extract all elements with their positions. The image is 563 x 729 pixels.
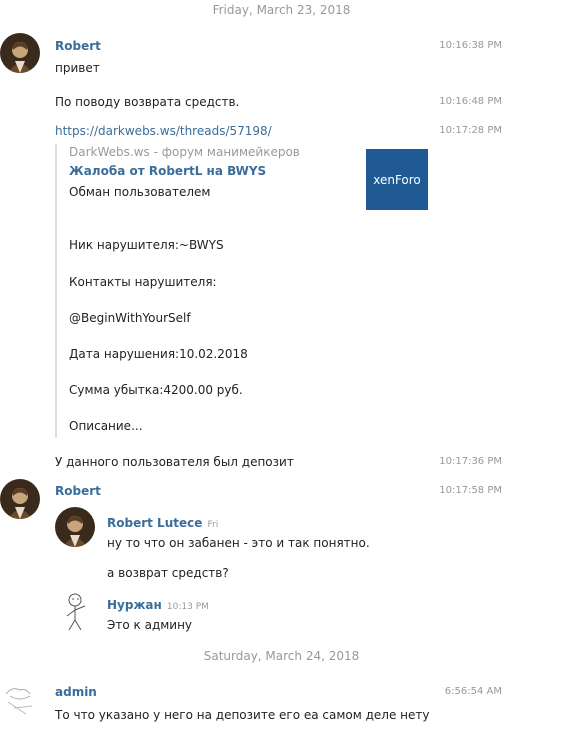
forwarded-text: Это к админу [107,618,193,632]
message-time: 10:17:28 PM [439,125,502,136]
preview-line: Описание... [69,419,143,433]
forwarded-text: ну то что он забанен - это и так понятно… [107,536,370,550]
forwarded-avatar[interactable] [61,590,91,632]
message-text: привет [55,61,100,75]
forwarded-text: а возврат средств? [107,566,229,580]
preview-line: Сумма убытка:4200.00 руб. [69,383,243,397]
xenforo-logo-text: xenForo [373,172,421,187]
message-author[interactable]: admin [55,685,97,699]
message-time: 6:56:54 AM [444,686,502,697]
date-separator: Friday, March 23, 2018 [212,3,351,17]
preview-thumbnail[interactable]: xenForo [366,149,428,210]
message-time: 10:16:38 PM [439,40,502,51]
avatar-portrait-icon [0,33,40,73]
forwarded-day: Fri [207,520,219,530]
preview-line: Обман пользователем [69,185,211,199]
preview-site-name: DarkWebs.ws - форум манимейкеров [69,145,300,159]
preview-line: Контакты нарушителя: [69,275,217,289]
preview-line: Дата нарушения:10.02.2018 [69,347,248,361]
preview-bar [55,144,57,438]
forwarded-avatar[interactable] [55,507,95,547]
message-author[interactable]: Robert [55,484,101,498]
sketch-avatar-icon [5,688,33,715]
forwarded-author[interactable]: Robert Lutece [107,516,202,530]
message-time: 10:17:58 PM [439,485,502,496]
avatar[interactable] [0,33,40,73]
avatar[interactable] [0,680,42,720]
message-link[interactable]: https://darkwebs.ws/threads/57198/ [55,124,272,138]
forwarded-time: 10:13 PM [166,602,209,612]
preview-title[interactable]: Жалоба от RobertL на BWYS [69,164,266,178]
avatar-portrait-icon [55,507,95,547]
avatar[interactable] [0,479,40,519]
forwarded-author[interactable]: Нуржан [107,598,162,612]
message-text: По поводу возврата средств. [55,95,240,109]
preview-line: Ник нарушителя:~BWYS [69,238,224,252]
message-text: У данного пользователя был депозит [55,455,294,469]
message-time: 10:16:48 PM [439,96,502,107]
date-separator: Saturday, March 24, 2018 [203,649,360,663]
avatar-portrait-icon [0,479,40,519]
preview-line: @BeginWithYourSelf [69,311,191,325]
message-text: То что указано у него на депозите его еа… [55,708,430,722]
sketch-avatar-icon [66,593,86,631]
message-time: 10:17:36 PM [439,456,502,467]
message-author[interactable]: Robert [55,39,101,53]
